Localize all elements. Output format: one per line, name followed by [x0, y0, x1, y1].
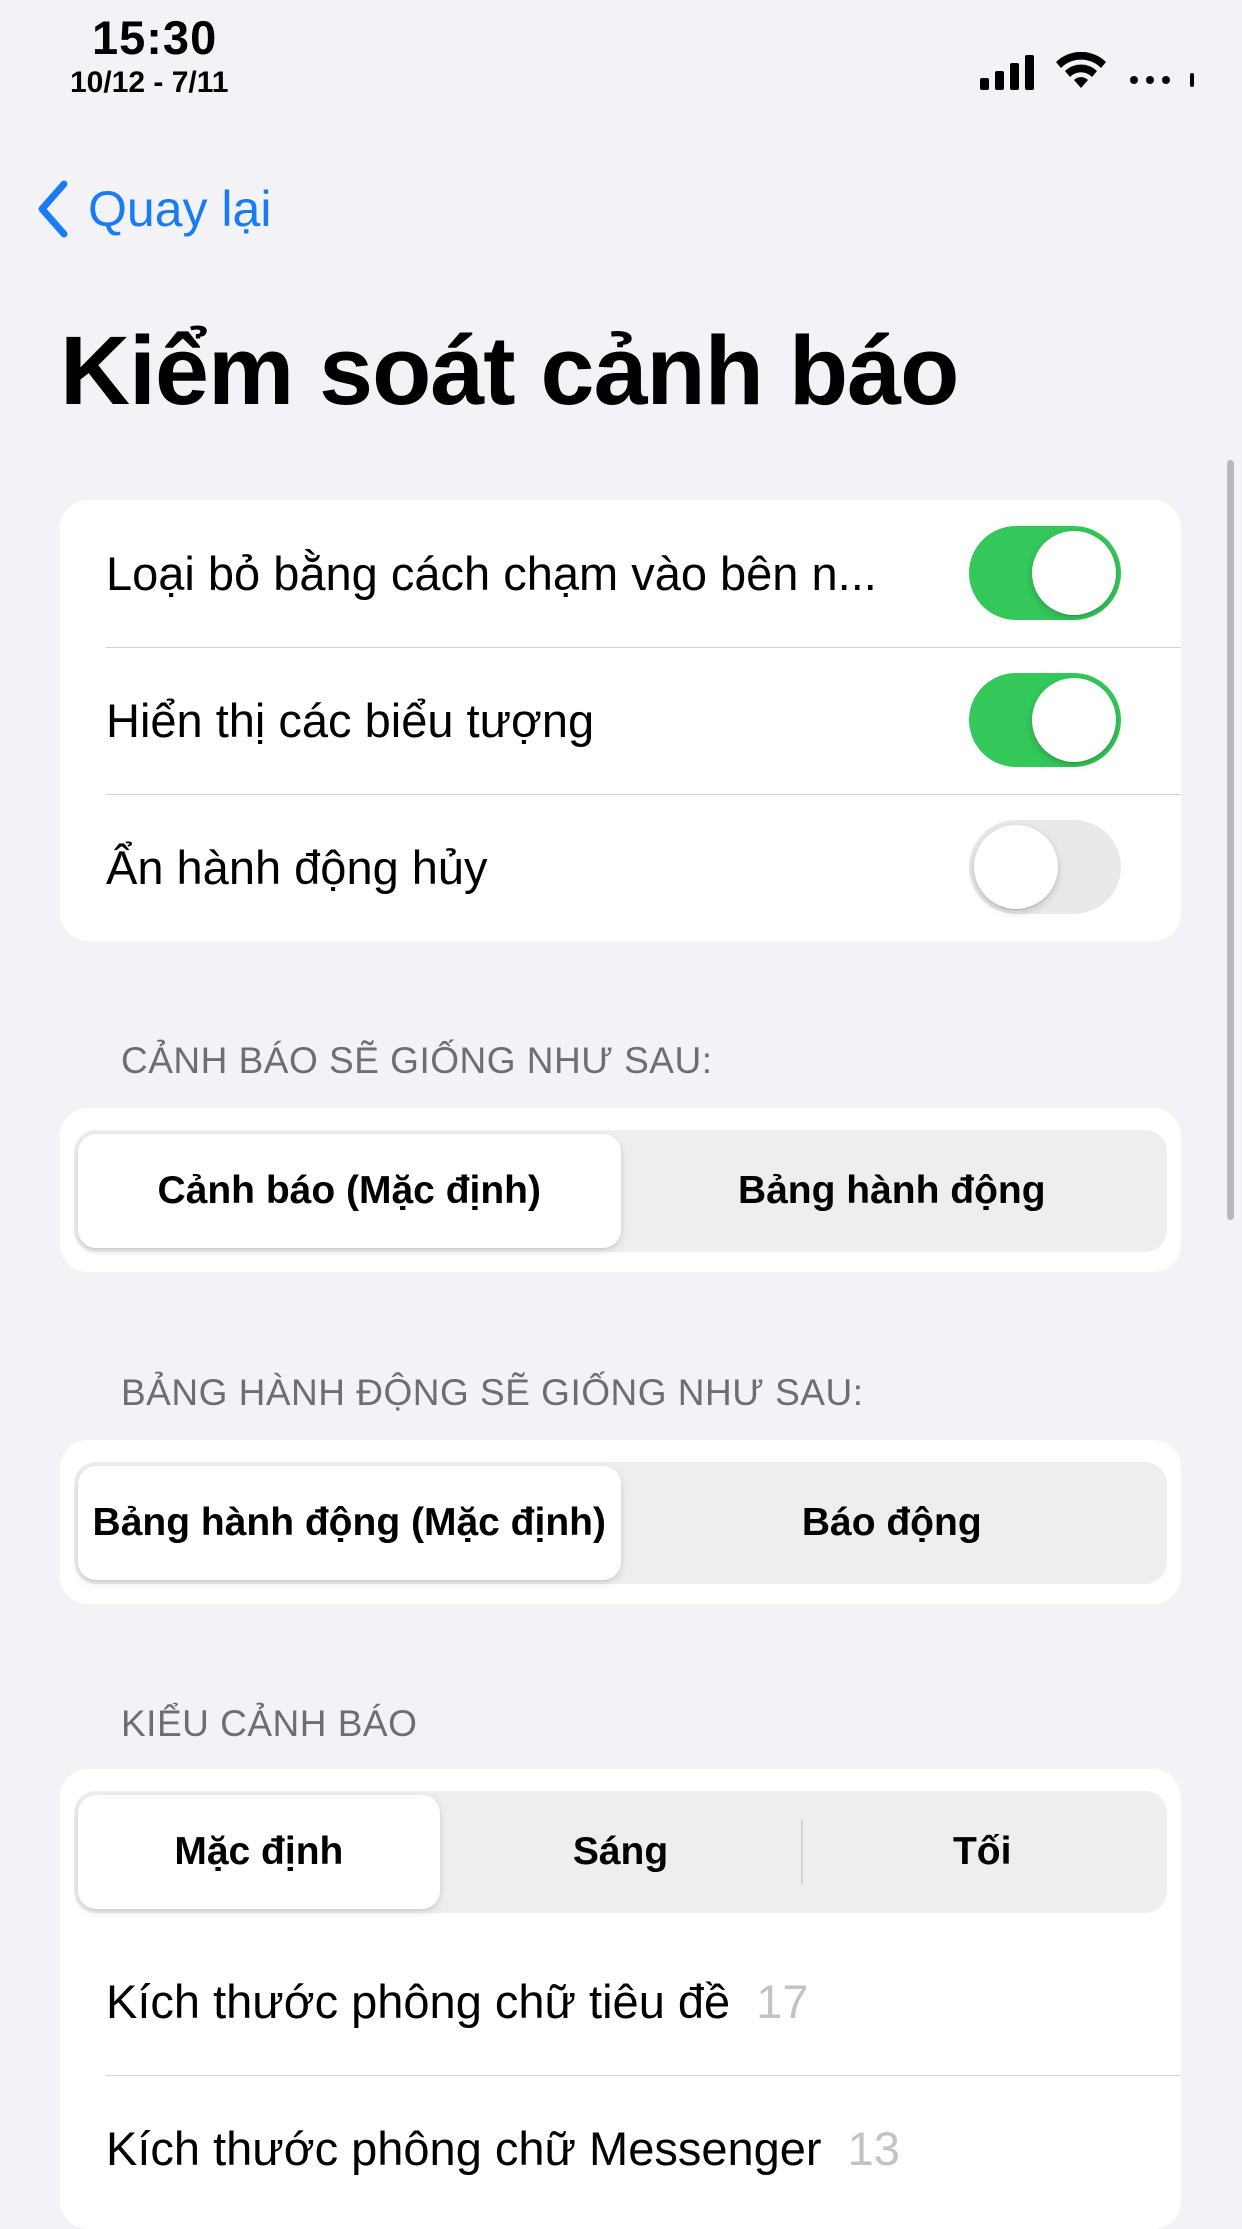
- segment-alert-default[interactable]: Cảnh báo (Mặc định): [78, 1134, 621, 1248]
- toggle-row-hide-cancel: Ẩn hành động hủy: [60, 794, 1181, 941]
- chevron-left-icon: [38, 180, 68, 238]
- back-button[interactable]: Quay lại: [36, 180, 271, 238]
- tap-outside-dismiss-toggle[interactable]: [969, 526, 1121, 620]
- alert-theme-header: KIỂU CẢNH BÁO: [121, 1703, 418, 1744]
- row-label: Kích thước phông chữ tiêu đề: [106, 1975, 731, 2028]
- toggle-settings-card: Loại bỏ bằng cách chạm vào bên n... Hiển…: [60, 500, 1181, 941]
- page-title: Kiểm soát cảnh báo: [60, 316, 959, 425]
- alert-theme-card: Mặc định Sáng Tối Kích thước phông chữ t…: [60, 1769, 1181, 2229]
- messenger-font-size-row[interactable]: Kích thước phông chữ Messenger 13: [60, 2075, 1181, 2222]
- toggle-label: Hiển thị các biểu tượng: [106, 694, 595, 747]
- action-sheet-style-header: BẢNG HÀNH ĐỘNG SẼ GIỐNG NHƯ SAU:: [121, 1372, 864, 1413]
- status-date: 10/12 - 7/11: [70, 66, 229, 99]
- alert-theme-segmented-control: Mặc định Sáng Tối: [74, 1791, 1167, 1913]
- status-bar: 15:30 10/12 - 7/11: [0, 0, 1242, 120]
- wifi-icon: [1056, 52, 1106, 88]
- hide-cancel-toggle[interactable]: [969, 820, 1121, 914]
- action-sheet-style-segmented-control: Bảng hành động (Mặc định) Báo động: [74, 1462, 1167, 1584]
- title-font-size-row[interactable]: Kích thước phông chữ tiêu đề 17: [60, 1928, 1181, 2075]
- scrollbar[interactable]: [1227, 460, 1234, 1220]
- toggle-row-tap-outside: Loại bỏ bằng cách chạm vào bên n...: [60, 500, 1181, 647]
- cellular-signal-icon: [980, 54, 1034, 90]
- alert-style-card: Cảnh báo (Mặc định) Bảng hành động: [60, 1108, 1181, 1272]
- toggle-label: Ẩn hành động hủy: [106, 841, 488, 894]
- toggle-row-show-icons: Hiển thị các biểu tượng: [60, 647, 1181, 794]
- status-time: 15:30: [92, 11, 218, 64]
- back-label: Quay lại: [88, 181, 272, 237]
- segment-alarm[interactable]: Báo động: [621, 1466, 1164, 1580]
- more-dots-icon: [1130, 73, 1194, 87]
- show-icons-toggle[interactable]: [969, 673, 1121, 767]
- title-font-size-value: 17: [756, 1975, 809, 2028]
- segment-action-sheet[interactable]: Bảng hành động: [621, 1134, 1164, 1248]
- segment-theme-dark[interactable]: Tối: [801, 1795, 1163, 1909]
- segment-theme-default[interactable]: Mặc định: [78, 1795, 440, 1909]
- segment-action-sheet-default[interactable]: Bảng hành động (Mặc định): [78, 1466, 621, 1580]
- alert-style-header: CẢNH BÁO SẼ GIỐNG NHƯ SAU:: [121, 1040, 713, 1081]
- action-sheet-style-card: Bảng hành động (Mặc định) Báo động: [60, 1440, 1181, 1604]
- segment-theme-light[interactable]: Sáng: [440, 1795, 802, 1909]
- alert-style-segmented-control: Cảnh báo (Mặc định) Bảng hành động: [74, 1130, 1167, 1252]
- toggle-label: Loại bỏ bằng cách chạm vào bên n...: [106, 547, 877, 600]
- row-label: Kích thước phông chữ Messenger: [106, 2122, 822, 2175]
- status-icons: [980, 52, 1196, 90]
- messenger-font-size-value: 13: [847, 2122, 900, 2175]
